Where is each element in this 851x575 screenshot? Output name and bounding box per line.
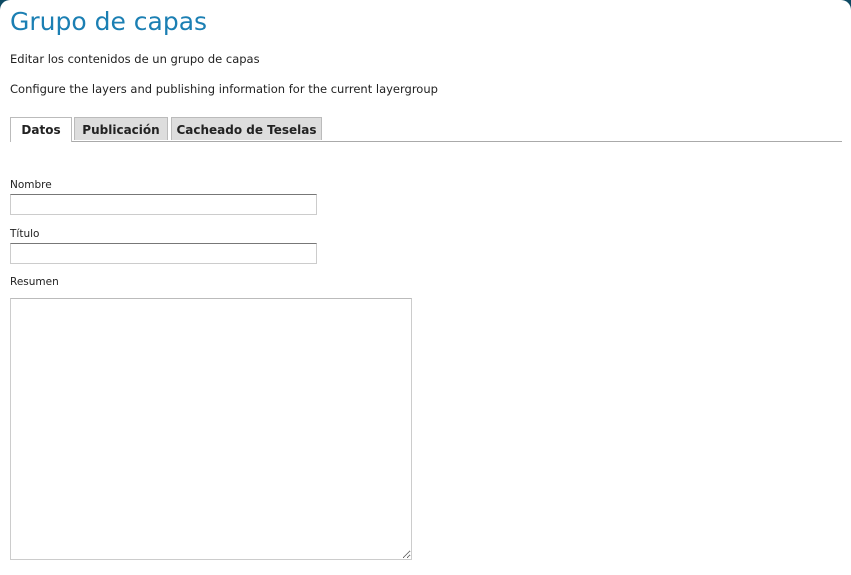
nombre-label: Nombre [10,179,52,191]
titulo-input[interactable] [10,243,317,264]
page-title: Grupo de capas [10,7,208,36]
resumen-textarea[interactable] [10,298,412,560]
tab-datos[interactable]: Datos [10,117,72,142]
page: Grupo de capas Editar los contenidos de … [0,0,851,575]
tab-cacheado-de-teselas[interactable]: Cacheado de Teselas [171,117,322,140]
tab-bar: Datos Publicación Cacheado de Teselas [10,117,842,142]
tab-publicacion[interactable]: Publicación [74,117,168,140]
resumen-label: Resumen [10,276,59,288]
page-description: Configure the layers and publishing info… [10,82,438,96]
nombre-input[interactable] [10,194,317,215]
page-subtitle: Editar los contenidos de un grupo de cap… [10,52,260,66]
titulo-label: Título [10,228,40,240]
